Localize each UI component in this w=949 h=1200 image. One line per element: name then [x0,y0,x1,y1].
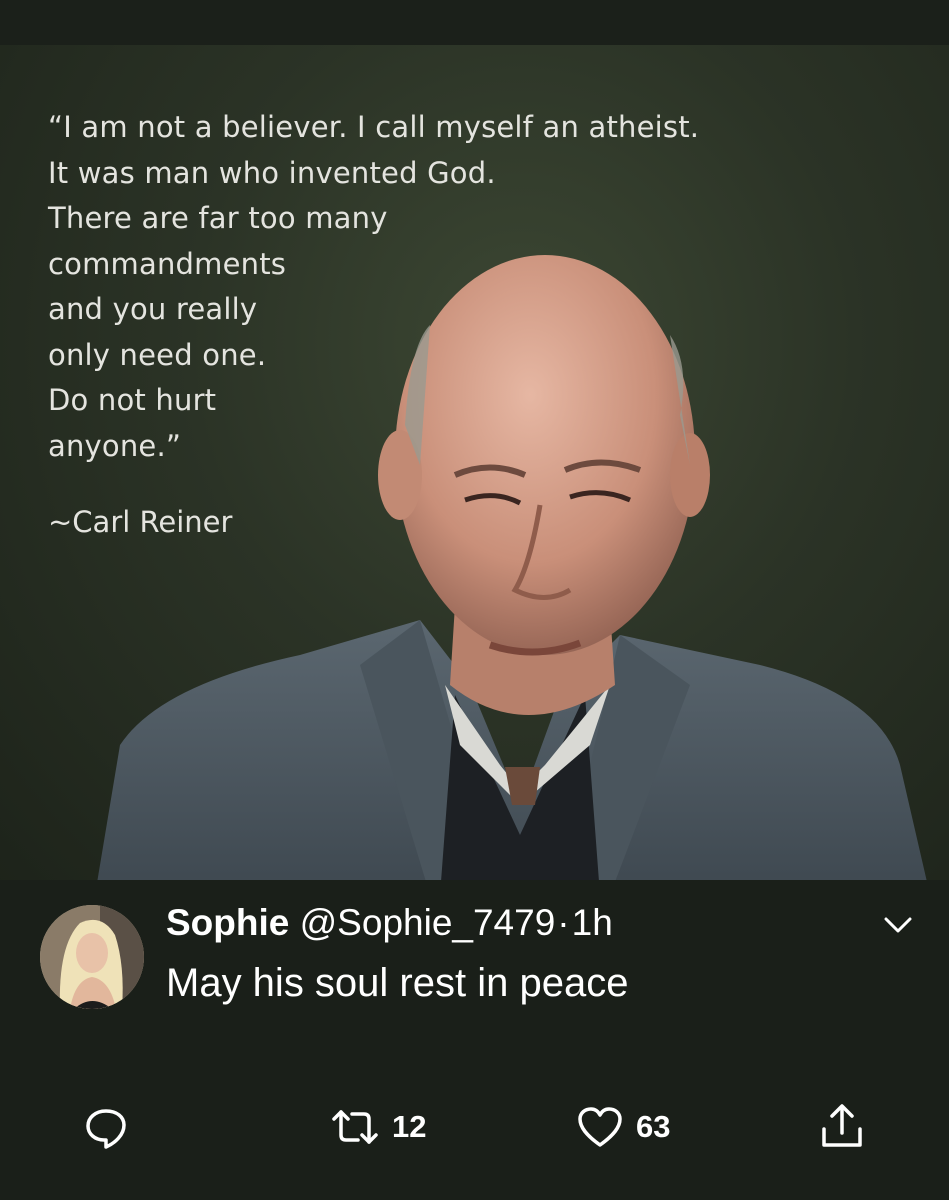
quote-line: It was man who invented God. [48,155,496,190]
quote-line: only need one. [48,337,267,372]
top-strip [0,0,949,45]
quote-line: anyone.” [48,428,182,463]
tweet-text: May his soul rest in peace [166,961,629,1005]
quote-line: Do not hurt [48,383,217,417]
reply-icon [86,1109,126,1149]
quote-attribution: ~Carl Reiner [48,505,233,539]
separator-dot: · [557,902,570,943]
tweet-timestamp[interactable]: 1h [572,902,613,943]
tweet-media-image[interactable]: “I am not a believer. I call myself an a… [0,45,949,895]
like-count: 63 [636,1109,671,1144]
user-handle[interactable]: @Sophie_7479 [300,902,556,943]
display-name[interactable]: Sophie [166,902,289,943]
tweet-screen: “I am not a believer. I call myself an a… [0,0,949,1200]
quote-line: and you really [48,292,258,326]
avatar-image [40,905,144,1009]
avatar[interactable] [40,905,144,1009]
heart-icon [578,1107,622,1147]
share-icon [822,1104,862,1147]
retweet-count: 12 [392,1109,427,1144]
share-button[interactable] [818,1102,866,1152]
reply-button[interactable] [82,1102,130,1152]
quote-line: commandments [48,246,287,281]
retweet-button[interactable]: 12 [330,1102,426,1152]
like-button[interactable]: 63 [576,1102,670,1152]
chevron-down-icon[interactable] [880,910,916,940]
quote-line: “I am not a believer. I call myself an a… [48,110,700,144]
tweet-author-line: Sophie @Sophie_7479·1h [166,898,613,948]
quote-text: “I am not a believer. I call myself an a… [48,105,868,469]
retweet-icon [332,1110,378,1144]
quote-line: There are far too many [48,201,388,235]
